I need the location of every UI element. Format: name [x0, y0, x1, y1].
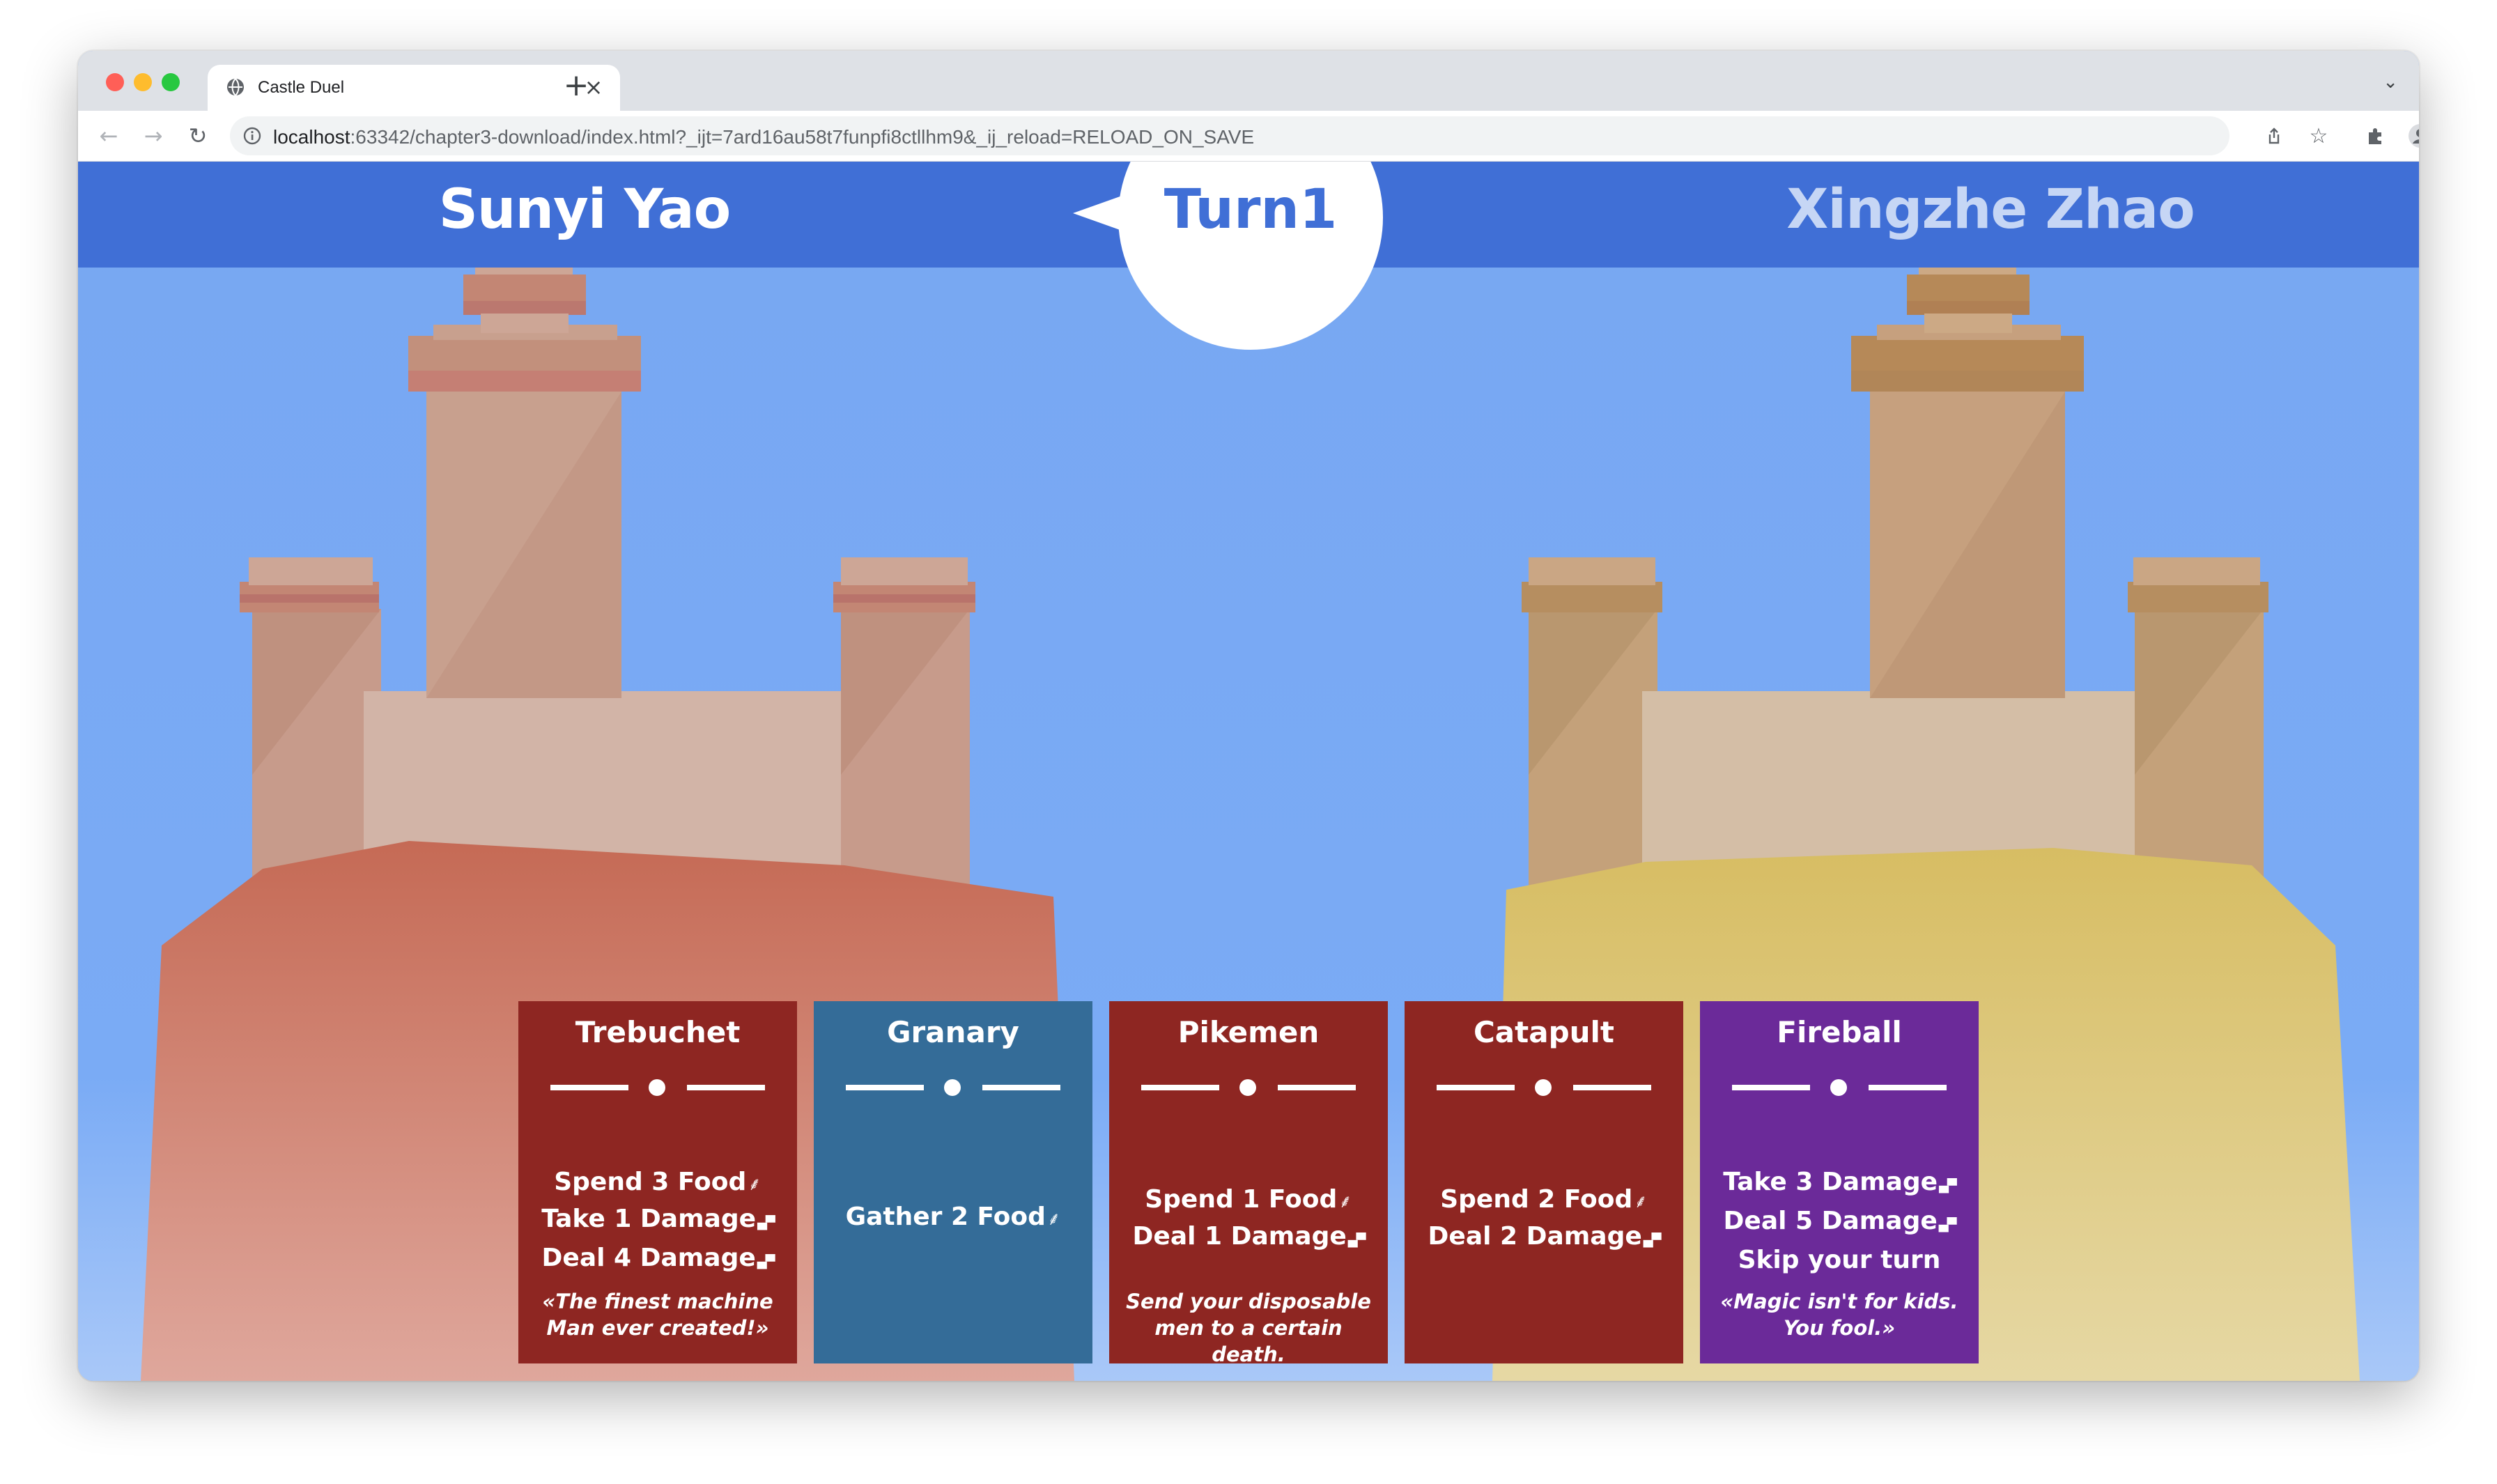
- wheat-icon: ⸙: [1634, 1191, 1648, 1212]
- card-effect-text: Spend 3 Food: [554, 1168, 747, 1196]
- maximize-window-button[interactable]: [162, 73, 180, 91]
- minimize-window-button[interactable]: [134, 73, 152, 91]
- close-window-button[interactable]: [106, 73, 124, 91]
- browser-window: Castle Duel × + ⌄ ← → ↻ localhost:63342/…: [78, 51, 2419, 1381]
- card-catapult[interactable]: Catapult Spend 2 Food⸙ Deal 2 Damage ▄▀: [1405, 1001, 1683, 1363]
- address-bar[interactable]: localhost:63342/chapter3-download/index.…: [230, 116, 2229, 155]
- brick-icon: ▄▀: [1939, 1179, 1957, 1193]
- extensions-puzzle-icon[interactable]: [2359, 119, 2392, 153]
- brick-icon: ▄▀: [757, 1255, 775, 1269]
- card-effect-line: Spend 2 Food⸙: [1405, 1182, 1683, 1219]
- forward-arrow-icon[interactable]: →: [137, 119, 170, 153]
- card-effect-text: Take 1 Damage: [541, 1205, 757, 1233]
- card-granary[interactable]: Granary Gather 2 Food⸙: [814, 1001, 1092, 1363]
- card-effect-text: Deal 1 Damage: [1132, 1222, 1347, 1251]
- card-effect-text: Take 3 Damage: [1723, 1168, 1938, 1196]
- card-effects: Spend 2 Food⸙ Deal 2 Damage ▄▀: [1405, 1182, 1683, 1258]
- card-effect-text: Skip your turn: [1738, 1246, 1941, 1274]
- card-title: Pikemen: [1177, 1015, 1320, 1049]
- card-effects: Spend 3 Food⸙ Take 1 Damage ▄▀ Deal 4 Damag…: [518, 1165, 797, 1280]
- card-flavor-text: Send your disposable men to a certain de…: [1126, 1290, 1371, 1366]
- card-effect-text: Gather 2 Food: [845, 1203, 1046, 1231]
- wheat-icon: ⸙: [1046, 1209, 1061, 1230]
- tab-strip: Castle Duel × + ⌄: [78, 51, 2419, 111]
- card-effect-line: Deal 2 Damage ▄▀: [1405, 1219, 1683, 1258]
- wheat-icon: ⸙: [1338, 1191, 1352, 1212]
- card-effect-text: Spend 2 Food: [1440, 1185, 1633, 1214]
- card-divider: [846, 1079, 1060, 1096]
- card-effect-line: Gather 2 Food⸙: [814, 1200, 1092, 1237]
- card-effect-line: Deal 5 Damage ▄▀: [1700, 1204, 1979, 1243]
- new-tab-button[interactable]: +: [557, 70, 595, 101]
- brick-icon: ▄▀: [757, 1216, 775, 1230]
- card-title: Trebuchet: [575, 1015, 741, 1049]
- card-flavor-text: «Magic isn't for kids. You fool.»: [1720, 1290, 1958, 1340]
- game-area: Sunyi Yao Xingzhe Zhao Turn1 Trebuchet Sp…: [78, 162, 2419, 1381]
- card-effect-line: Deal 4 Damage ▄▀: [518, 1241, 797, 1280]
- player2-name: Xingzhe Zhao: [1786, 178, 2195, 241]
- card-effect-text: Deal 2 Damage: [1428, 1222, 1642, 1251]
- card-pikemen[interactable]: Pikemen Spend 1 Food⸙ Deal 1 Damage ▄▀ Send …: [1109, 1001, 1388, 1366]
- card-effect-text: Deal 4 Damage: [541, 1244, 756, 1272]
- reload-icon[interactable]: ↻: [181, 119, 215, 153]
- card-divider: [1732, 1079, 1947, 1096]
- card-effects: Take 3 Damage ▄▀ Deal 5 Damage ▄▀ Skip your …: [1700, 1165, 1979, 1278]
- card-effects: Spend 1 Food⸙ Deal 1 Damage ▄▀: [1109, 1182, 1388, 1258]
- card-fireball[interactable]: Fireball Take 3 Damage ▄▀ Deal 5 Damage ▄▀ Sk…: [1700, 1001, 1979, 1363]
- card-effect-text: Spend 1 Food: [1145, 1185, 1338, 1214]
- url-path: :63342/chapter3-download/index.html?_ijt…: [350, 126, 1255, 148]
- card-title: Fireball: [1777, 1015, 1902, 1049]
- card-effect-line: Spend 1 Food⸙: [1109, 1182, 1388, 1219]
- info-icon[interactable]: [242, 126, 262, 146]
- brick-icon: ▄▀: [1643, 1233, 1662, 1248]
- card-title: Granary: [887, 1015, 1019, 1049]
- url-text[interactable]: localhost:63342/chapter3-download/index.…: [273, 126, 1254, 148]
- globe-icon: [227, 78, 244, 96]
- card-divider: [1437, 1079, 1651, 1096]
- card-effect-line: Deal 1 Damage ▄▀: [1109, 1219, 1388, 1258]
- brick-icon: ▄▀: [1938, 1218, 1957, 1232]
- tab-title: Castle Duel: [258, 78, 345, 97]
- card-effects: Gather 2 Food⸙: [814, 1200, 1092, 1237]
- card-effect-line: Spend 3 Food⸙: [518, 1165, 797, 1202]
- wheat-icon: ⸙: [748, 1174, 762, 1195]
- brick-icon: ▄▀: [1347, 1233, 1366, 1248]
- turn-indicator: Turn1: [1164, 178, 1338, 241]
- url-host: localhost: [273, 126, 350, 148]
- card-effect-line: Take 1 Damage ▄▀: [518, 1202, 797, 1241]
- profile-avatar-icon[interactable]: [2404, 119, 2419, 153]
- card-trebuchet[interactable]: Trebuchet Spend 3 Food⸙ Take 1 Damage ▄▀ Dea…: [518, 1001, 797, 1363]
- browser-toolbar: ← → ↻ localhost:63342/chapter3-download/…: [78, 111, 2419, 162]
- card-effect-line: Skip your turn: [1700, 1243, 1979, 1278]
- back-arrow-icon[interactable]: ←: [92, 119, 125, 153]
- bookmark-star-icon[interactable]: ☆: [2302, 119, 2335, 153]
- card-flavor-text: «The finest machine Man ever created!»: [542, 1290, 773, 1340]
- card-divider: [1141, 1079, 1356, 1096]
- card-divider: [550, 1079, 765, 1096]
- card-title: Catapult: [1473, 1015, 1615, 1049]
- tab-search-chevron-icon[interactable]: ⌄: [2383, 72, 2398, 93]
- card-effect-text: Deal 5 Damage: [1723, 1207, 1938, 1235]
- share-icon[interactable]: [2257, 119, 2291, 153]
- card-effect-line: Take 3 Damage ▄▀: [1700, 1165, 1979, 1204]
- player1-name: Sunyi Yao: [438, 178, 732, 241]
